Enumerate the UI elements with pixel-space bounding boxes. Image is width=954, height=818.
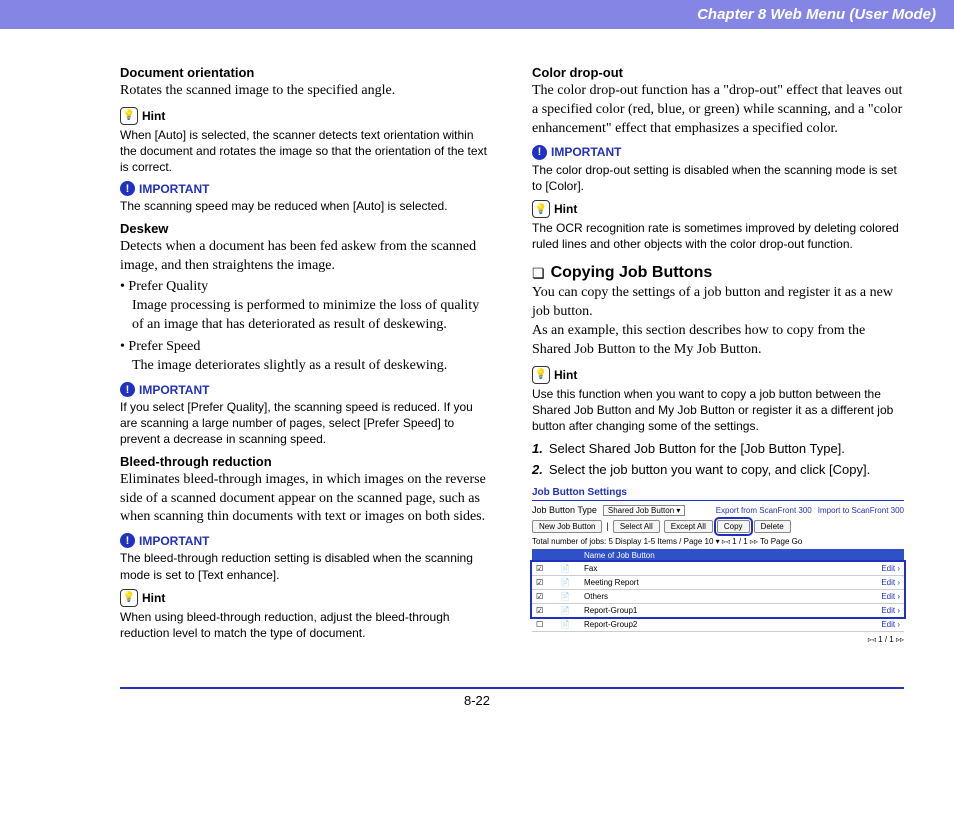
hint-body: The OCR recognition rate is sometimes im… [532,220,904,252]
important-label: IMPORTANT [139,534,209,548]
important-label: IMPORTANT [139,383,209,397]
edit-link[interactable]: Edit › [864,575,904,589]
shot-table: Name of Job Button ☑📄FaxEdit › ☑📄Meeting… [532,549,904,632]
hint-label: Hint [554,202,577,216]
shot-delete-button[interactable]: Delete [754,520,791,533]
bullet: • Prefer Quality [120,279,492,295]
step-text: Select Shared Job Button for the [Job Bu… [549,441,845,456]
page-number: 8-22 [0,693,954,708]
shot-type-label: Job Button Type [532,505,597,515]
col-edit [864,549,904,562]
job-button-settings-screenshot: Job Button Settings Job Button Type Shar… [532,487,904,644]
shot-import-link[interactable]: Import to ScanFront 300 [818,506,904,515]
step-number: 2. [532,462,543,477]
important-label: IMPORTANT [551,145,621,159]
shot-new-job-button[interactable]: New Job Button [532,520,602,533]
step-1: 1. Select Shared Job Button for the [Job… [532,441,904,456]
shot-meta: Total number of jobs: 5 Display 1-5 Item… [532,537,904,546]
left-column: Document orientation Rotates the scanned… [120,59,492,647]
hint-icon: 💡 [120,589,138,607]
edit-link[interactable]: Edit › [864,617,904,631]
shot-pager[interactable]: ▹◃ 1 / 1 ▹▹ [532,635,904,644]
section-title-copying-job-buttons: Copying Job Buttons [551,264,713,282]
shot-type-select[interactable]: Shared Job Button ▾ [603,505,686,516]
chapter-header: Chapter 8 Web Menu (User Mode) [0,0,954,29]
body-text: The color drop-out function has a "drop-… [532,82,904,139]
heading-document-orientation: Document orientation [120,65,492,80]
col-check [532,549,556,562]
bullet: • Prefer Speed [120,339,492,355]
step-number: 1. [532,441,543,456]
col-name: Name of Job Button [580,549,864,562]
body-text: Eliminates bleed-through images, in whic… [120,471,492,528]
body-text: You can copy the settings of a job butto… [532,284,904,360]
divider: | [606,521,608,531]
important-icon: ! [120,382,135,397]
important-body: The scanning speed may be reduced when [… [120,198,492,214]
important-icon: ! [120,181,135,196]
hint-body: Use this function when you want to copy … [532,386,904,435]
shot-export-link[interactable]: Export from ScanFront 300 [716,506,812,515]
edit-link[interactable]: Edit › [864,589,904,603]
heading-deskew: Deskew [120,221,492,236]
bullet-body: Image processing is performed to minimiz… [132,297,492,335]
step-2: 2. Select the job button you want to cop… [532,462,904,477]
table-row[interactable]: ☑📄Meeting ReportEdit › [532,575,904,589]
shot-copy-button[interactable]: Copy [717,520,750,533]
shot-except-all-button[interactable]: Except All [664,520,713,533]
col-icon [556,549,580,562]
body-text: Detects when a document has been fed ask… [120,238,492,276]
body-text: Rotates the scanned image to the specifi… [120,82,492,101]
hint-icon: 💡 [120,107,138,125]
table-row[interactable]: ☑📄Report-Group1Edit › [532,603,904,617]
hint-body: When using bleed-through reduction, adju… [120,609,492,641]
hint-label: Hint [142,109,165,123]
table-row[interactable]: ☑📄OthersEdit › [532,589,904,603]
right-column: Color drop-out The color drop-out functi… [532,59,904,647]
important-label: IMPORTANT [139,182,209,196]
edit-link[interactable]: Edit › [864,562,904,576]
heading-bleed-through: Bleed-through reduction [120,454,492,469]
important-body: The bleed-through reduction setting is d… [120,550,492,582]
table-row[interactable]: ☐📄Report-Group2Edit › [532,617,904,631]
hint-label: Hint [554,368,577,382]
table-row[interactable]: ☑📄FaxEdit › [532,562,904,576]
section-bullet-icon: ❏ [532,265,545,282]
important-body: If you select [Prefer Quality], the scan… [120,399,492,448]
heading-color-dropout: Color drop-out [532,65,904,80]
hint-icon: 💡 [532,366,550,384]
bullet-body: The image deteriorates slightly as a res… [132,357,492,376]
important-body: The color drop-out setting is disabled w… [532,162,904,194]
hint-body: When [Auto] is selected, the scanner det… [120,127,492,176]
shot-select-all-button[interactable]: Select All [613,520,660,533]
footer-rule [120,687,904,689]
important-icon: ! [120,533,135,548]
step-text: Select the job button you want to copy, … [549,462,870,477]
hint-label: Hint [142,591,165,605]
edit-link[interactable]: Edit › [864,603,904,617]
important-icon: ! [532,145,547,160]
hint-icon: 💡 [532,200,550,218]
shot-title: Job Button Settings [532,487,904,501]
